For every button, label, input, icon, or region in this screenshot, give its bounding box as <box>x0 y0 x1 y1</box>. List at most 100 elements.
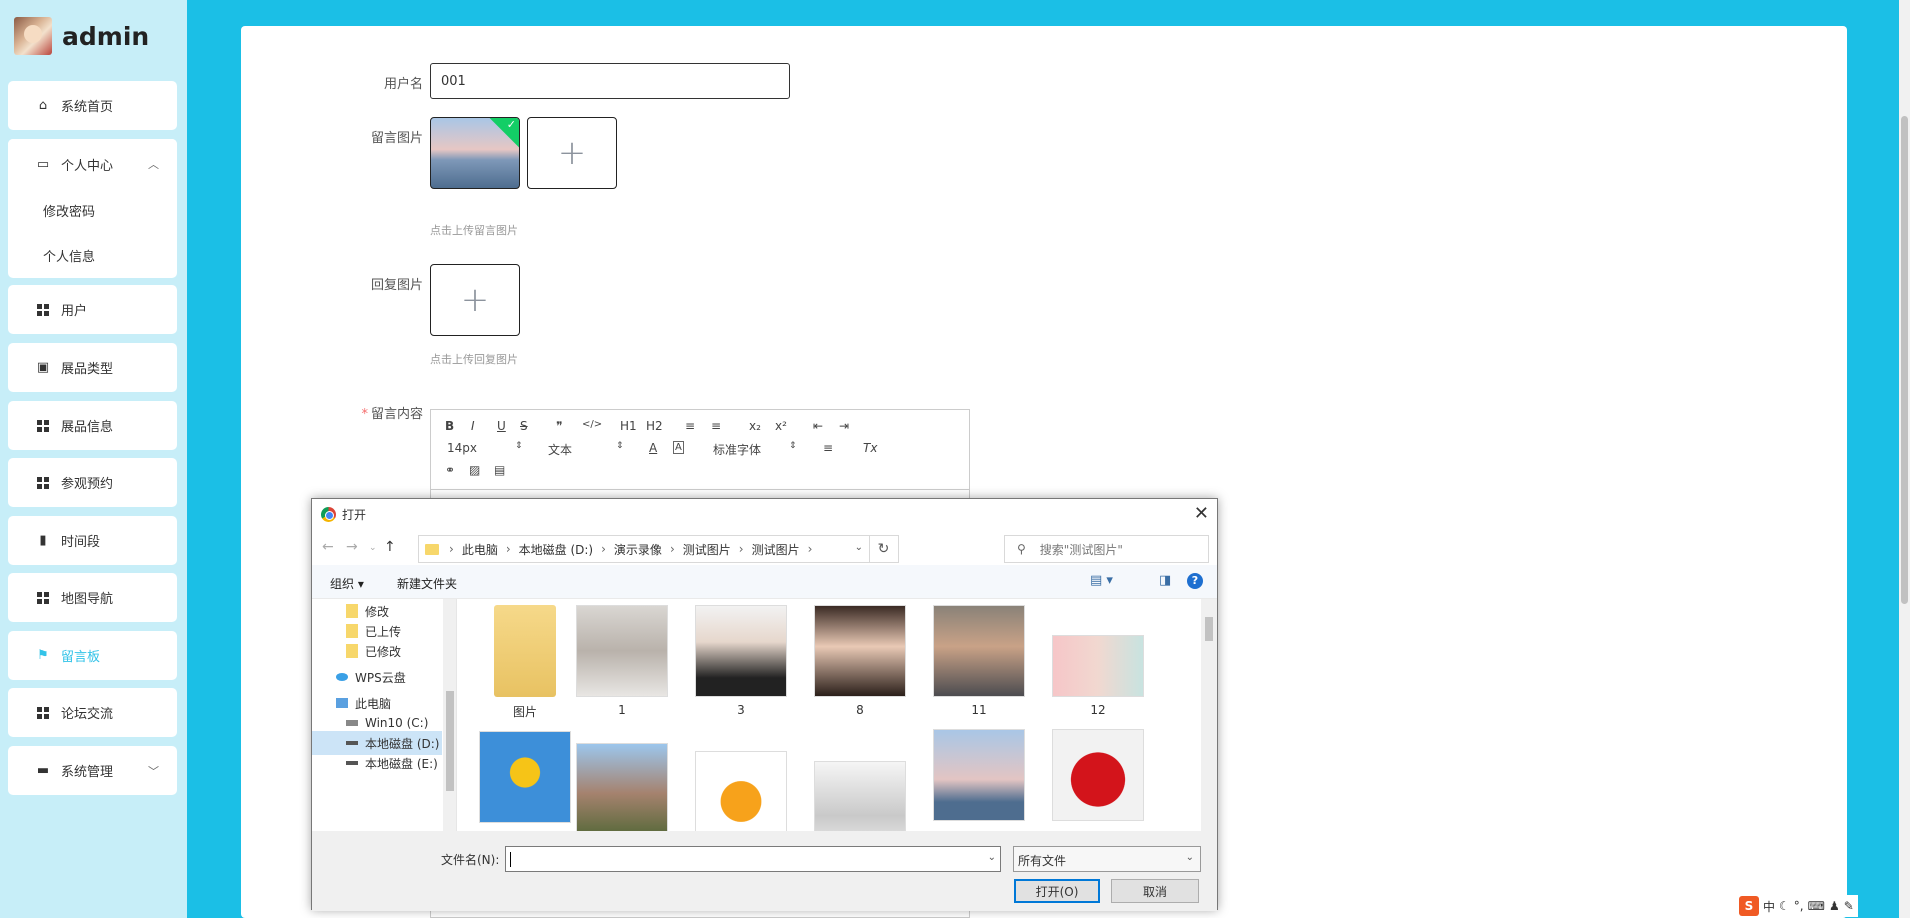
message-image-upload-button[interactable]: + <box>527 117 617 189</box>
h1-button[interactable]: H1 <box>620 419 637 433</box>
italic-button[interactable]: I <box>471 419 475 433</box>
file-grid-scrollbar[interactable] <box>1201 599 1217 831</box>
file-item-image[interactable]: 8 <box>814 605 906 717</box>
sidebar-item-exhibit-info[interactable]: 展品信息 <box>8 401 177 450</box>
file-item-image[interactable]: 3 <box>695 605 787 717</box>
punctuation-icon[interactable]: °, <box>1794 899 1804 913</box>
forward-icon[interactable]: → <box>346 539 358 555</box>
clear-format-button[interactable]: Tx <box>863 441 877 455</box>
filetype-select[interactable]: 所有文件 ⌄ <box>1013 846 1201 872</box>
file-item-image[interactable] <box>814 731 906 831</box>
background-color-button[interactable]: A <box>673 441 684 454</box>
file-item-image[interactable]: 12 <box>1052 605 1144 717</box>
refresh-icon[interactable]: ↻ <box>869 535 899 563</box>
font-size-select[interactable]: 14px <box>447 441 477 455</box>
search-box[interactable]: ⚲ 搜索"测试图片" <box>1004 535 1209 563</box>
card-icon: ▭ <box>36 156 50 172</box>
font-color-button[interactable]: A <box>649 441 657 455</box>
sidebar-item-home[interactable]: ⌂ 系统首页 <box>8 81 177 130</box>
back-icon[interactable]: ← <box>322 539 334 555</box>
blockquote-button[interactable]: ❞ <box>556 419 562 433</box>
sidebar-item-time-slot[interactable]: ▮ 时间段 <box>8 516 177 565</box>
file-item-image[interactable] <box>576 731 668 831</box>
address-bar[interactable]: › 此电脑 › 本地磁盘 (D:) › 演示录像 › 测试图片 › 测试图片 ›… <box>418 535 870 563</box>
tree-scrollbar[interactable] <box>443 599 456 831</box>
indent-button[interactable]: ⇥ <box>839 419 849 433</box>
submenu-personal-info[interactable]: 个人信息 <box>43 246 95 265</box>
file-item-image[interactable] <box>1052 729 1144 823</box>
close-icon[interactable]: ✕ <box>1194 503 1209 524</box>
plus-icon: + <box>557 133 587 173</box>
sidebar-item-system[interactable]: ▬ 系统管理 ﹀ <box>8 746 177 795</box>
cancel-button[interactable]: 取消 <box>1111 879 1199 903</box>
skin-icon[interactable]: ♟ <box>1829 899 1840 913</box>
avatar[interactable] <box>14 17 52 55</box>
organize-button[interactable]: 组织 ▾ <box>330 575 364 592</box>
underline-button[interactable]: U <box>497 419 506 433</box>
image-icon[interactable]: ▨ <box>469 463 480 477</box>
submenu-change-password[interactable]: 修改密码 <box>43 201 95 220</box>
sidebar-item-users[interactable]: 用户 <box>8 285 177 334</box>
chevron-down-icon[interactable]: ⌄ <box>988 852 996 863</box>
breadcrumb-test-images-2[interactable]: 测试图片 <box>752 541 800 558</box>
align-button[interactable]: ≡ <box>823 441 833 455</box>
ordered-list-button[interactable]: ≡ <box>685 419 695 433</box>
font-family-select[interactable]: 标准字体 <box>713 441 761 458</box>
chevron-down-icon[interactable]: ⌄ <box>855 542 863 553</box>
tree-item-wps-cloud[interactable]: WPS云盘 <box>312 665 442 689</box>
history-dropdown-icon[interactable]: ⌄ <box>369 543 377 553</box>
reply-image-upload-button[interactable]: + <box>430 264 520 336</box>
sidebar-item-forum[interactable]: 论坛交流 <box>8 688 177 737</box>
page-scrollbar[interactable] <box>1899 0 1910 918</box>
bold-button[interactable]: B <box>445 419 454 433</box>
bullet-list-button[interactable]: ≡ <box>711 419 721 433</box>
tools-icon[interactable]: ✎ <box>1844 899 1854 913</box>
new-folder-button[interactable]: 新建文件夹 <box>397 575 457 592</box>
open-button[interactable]: 打开(O) <box>1014 879 1100 903</box>
ime-toolbar[interactable]: S 中 ☾ °, ⌨ ♟ ✎ <box>1735 895 1858 917</box>
file-name: 3 <box>737 703 745 717</box>
tree-item-drive[interactable]: 本地磁盘 (E:) <box>312 751 442 775</box>
keyboard-icon[interactable]: ⌨ <box>1808 899 1825 913</box>
file-grid-scrollbar-thumb[interactable] <box>1205 617 1213 641</box>
breadcrumb-demo[interactable]: 演示录像 <box>614 541 662 558</box>
outdent-button[interactable]: ⇤ <box>813 419 823 433</box>
folder-icon <box>425 543 439 555</box>
sidebar-item-personal-center[interactable]: ▭ 个人中心 ︿ <box>8 139 177 189</box>
message-image-thumbnail[interactable]: ✓ <box>430 117 520 189</box>
file-item-image[interactable]: 11 <box>933 605 1025 717</box>
h2-button[interactable]: H2 <box>646 419 663 433</box>
moon-icon[interactable]: ☾ <box>1779 899 1790 913</box>
file-item-image[interactable] <box>695 731 787 831</box>
file-item-image[interactable] <box>933 729 1025 823</box>
page-scrollbar-thumb[interactable] <box>1901 116 1908 604</box>
username-input[interactable]: 001 <box>430 63 790 99</box>
sidebar-item-exhibit-type[interactable]: ▣ 展品类型 <box>8 343 177 392</box>
ime-mode[interactable]: 中 <box>1763 898 1775 915</box>
link-icon[interactable]: ⚭ <box>445 463 455 477</box>
filename-input[interactable]: ⌄ <box>505 846 1001 872</box>
breadcrumb-drive-d[interactable]: 本地磁盘 (D:) <box>519 541 593 558</box>
breadcrumb-test-images[interactable]: 测试图片 <box>683 541 731 558</box>
sidebar-item-message-board[interactable]: ⚑ 留言板 <box>8 631 177 680</box>
superscript-button[interactable]: x² <box>775 419 787 433</box>
strike-button[interactable]: S <box>520 419 528 433</box>
file-item-image[interactable]: 1 <box>576 605 668 717</box>
text-type-select[interactable]: 文本 <box>548 441 572 458</box>
up-icon[interactable]: ↑ <box>384 539 396 555</box>
video-icon[interactable]: ▤ <box>494 463 505 477</box>
file-item-folder[interactable]: 图片 <box>479 605 571 719</box>
help-icon[interactable]: ? <box>1187 573 1203 589</box>
subscript-button[interactable]: x₂ <box>749 419 761 433</box>
code-button[interactable]: </> <box>582 419 602 430</box>
tree-scrollbar-thumb[interactable] <box>446 691 454 791</box>
tree-item-folder[interactable]: 已修改 <box>312 639 442 663</box>
sidebar-item-map[interactable]: 地图导航 <box>8 573 177 622</box>
breadcrumb-this-pc[interactable]: 此电脑 <box>462 541 498 558</box>
sidebar-item-reservation[interactable]: 参观预约 <box>8 458 177 507</box>
sidebar-item-label: 论坛交流 <box>61 707 114 722</box>
preview-pane-icon[interactable]: ◨ <box>1159 573 1171 588</box>
file-item-image[interactable] <box>479 731 571 823</box>
view-icon[interactable]: ▤ ▾ <box>1090 573 1113 588</box>
grid-icon <box>36 303 50 317</box>
